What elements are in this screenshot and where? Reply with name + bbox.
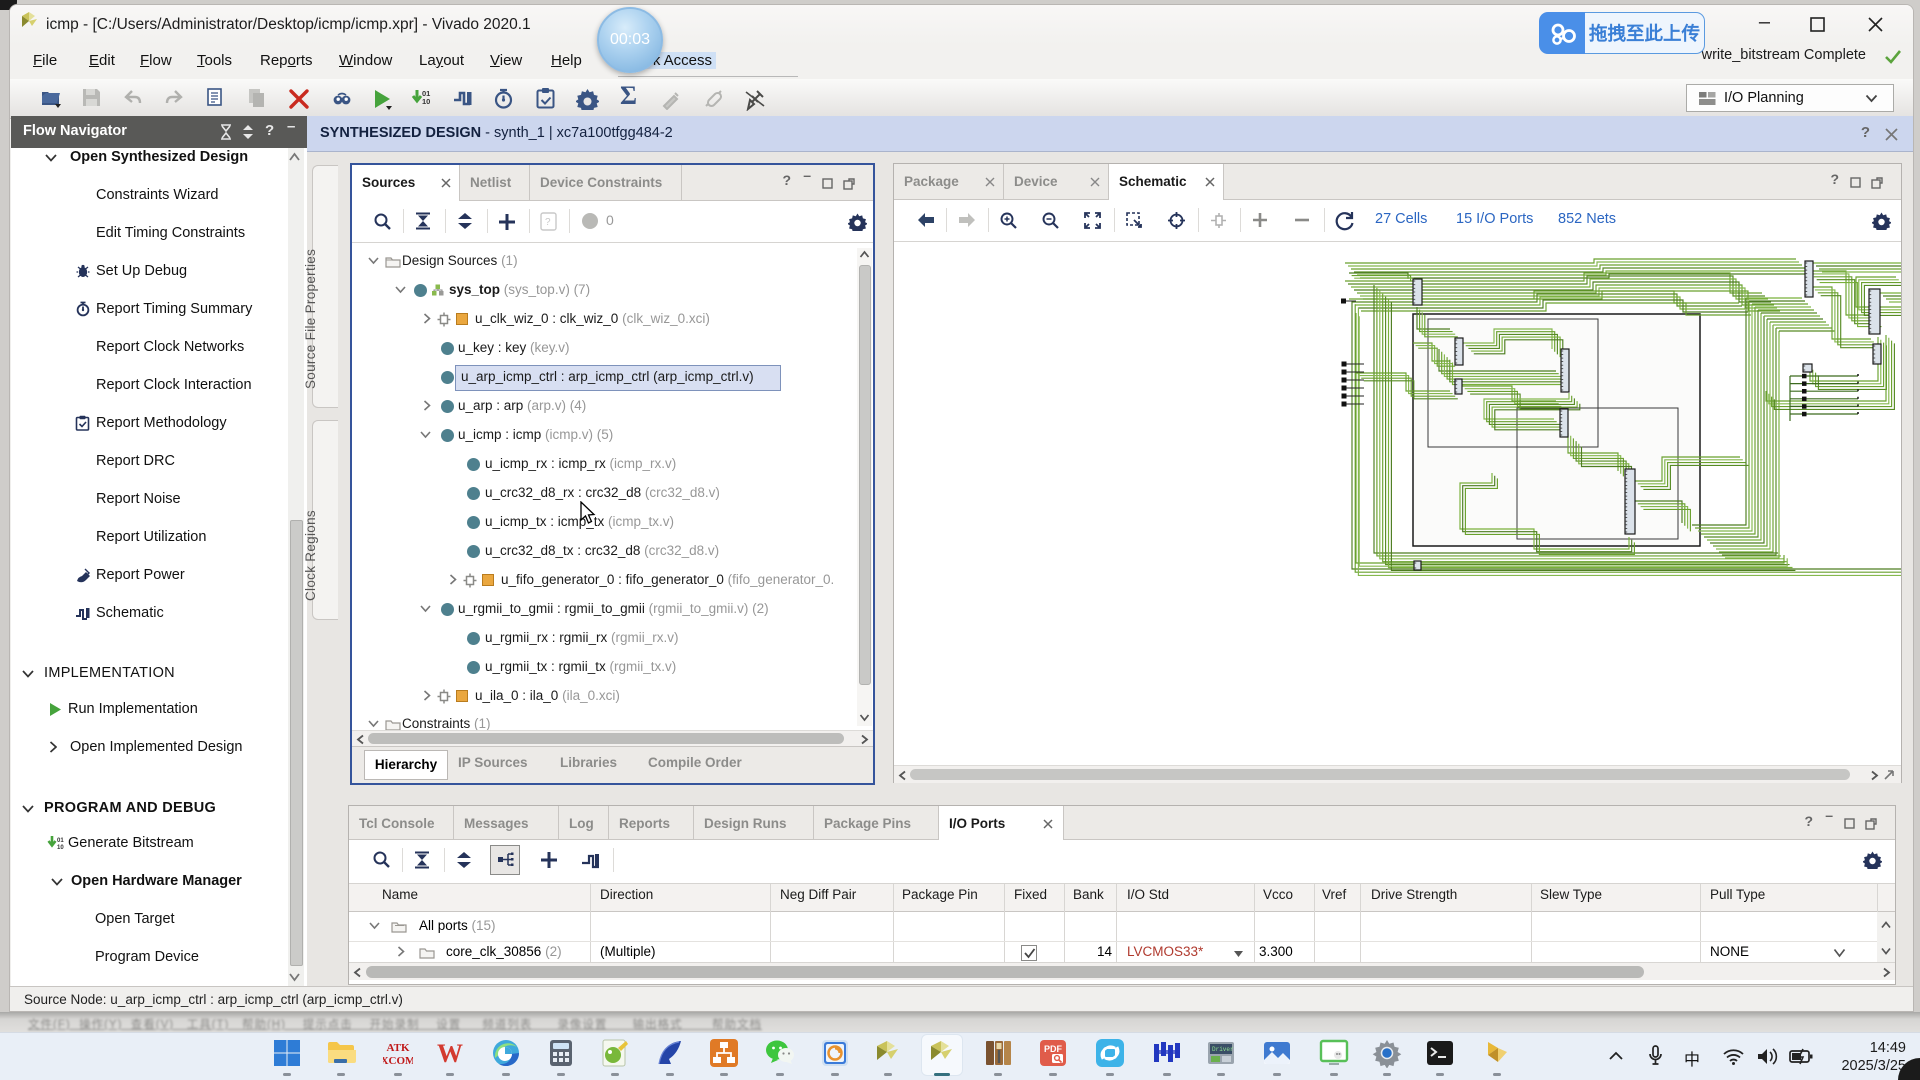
svg-text:PDF: PDF — [1044, 1044, 1063, 1054]
svg-text:ATK: ATK — [386, 1042, 409, 1054]
svg-text:W: W — [437, 1039, 463, 1068]
svg-text:01: 01 — [57, 838, 64, 844]
svg-text:Driver: Driver — [1212, 1046, 1234, 1053]
svg-text:10: 10 — [57, 845, 64, 851]
svg-text:10: 10 — [422, 97, 430, 106]
svg-text:XCOM: XCOM — [383, 1055, 413, 1067]
